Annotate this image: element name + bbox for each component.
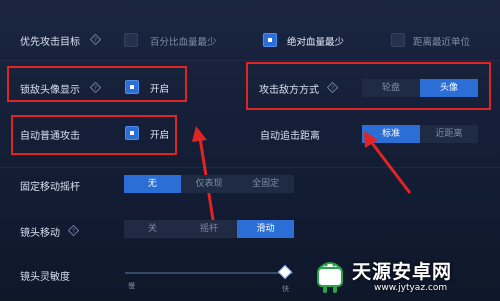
joystick-option-display[interactable]: 仅表现	[181, 175, 238, 193]
priority-option-nearest-checkbox[interactable]	[391, 33, 405, 47]
sensitivity-slider-track[interactable]	[125, 272, 293, 274]
sensitivity-min-label: 慢	[128, 282, 135, 290]
arrow-head	[192, 126, 207, 142]
chase-distance-segmented: 标准 近距离	[362, 125, 478, 143]
priority-option-absolute-checkbox[interactable]	[263, 33, 277, 47]
row-divider	[0, 60, 500, 61]
priority-option-nearest-label: 距离最近单位	[413, 37, 471, 48]
fixed-joystick-label: 固定移动摇杆	[20, 182, 80, 193]
camera-move-label: 镜头移动	[20, 228, 60, 239]
chase-distance-label: 自动追击距离	[260, 131, 320, 142]
camera-option-swipe[interactable]: 滑动	[237, 220, 295, 238]
sensitivity-label: 镜头灵敏度	[20, 272, 70, 283]
joystick-option-full[interactable]: 全固定	[237, 175, 294, 193]
priority-option-percent-checkbox[interactable]	[124, 33, 138, 47]
svg-text:?: ?	[72, 227, 75, 235]
chase-option-near[interactable]: 近距离	[420, 125, 478, 143]
highlight-box	[11, 115, 177, 155]
svg-text:?: ?	[94, 36, 97, 44]
watermark-url: www.jytyaz.com	[374, 283, 448, 293]
help-icon[interactable]: ?	[90, 34, 101, 45]
camera-option-joystick[interactable]: 摇杆	[181, 220, 238, 238]
camera-move-segmented: 关 摇杆 滑动	[124, 220, 295, 238]
highlight-box	[246, 62, 491, 110]
priority-option-absolute-label: 绝对血量最少	[287, 37, 345, 48]
camera-option-off[interactable]: 关	[124, 220, 181, 238]
arrow-up-right	[370, 142, 412, 194]
android-robot-icon	[317, 262, 343, 293]
chase-option-standard[interactable]: 标准	[362, 125, 420, 143]
row-divider	[0, 167, 500, 168]
joystick-option-none[interactable]: 无	[124, 175, 181, 193]
sensitivity-max-label: 快	[282, 285, 289, 293]
priority-option-percent-label: 百分比血量最少	[150, 37, 217, 48]
fixed-joystick-segmented: 无 仅表现 全固定	[124, 175, 294, 193]
sensitivity-slider-knob[interactable]	[277, 264, 292, 280]
help-icon[interactable]: ?	[68, 225, 79, 236]
priority-target-label: 优先攻击目标	[20, 37, 80, 48]
watermark-brand: 天源安卓网	[352, 261, 453, 283]
highlight-box	[7, 66, 187, 102]
